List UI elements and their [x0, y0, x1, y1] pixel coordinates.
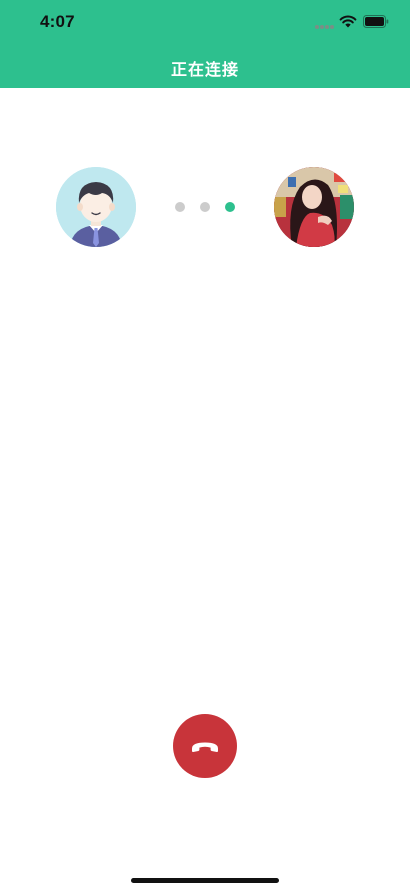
cartoon-man-avatar-icon: [56, 167, 136, 247]
remote-user-photo-icon: [274, 167, 354, 247]
call-screen: 4:07 正在连接: [0, 0, 410, 892]
remote-user-avatar: [274, 167, 354, 247]
signal-dots-icon: [315, 25, 335, 29]
local-user-avatar: [56, 167, 136, 247]
connecting-dot: [200, 202, 210, 212]
battery-icon: [363, 15, 389, 28]
hangup-button[interactable]: [173, 714, 237, 778]
wifi-icon: [339, 15, 357, 28]
phone-hangup-icon: [192, 742, 218, 753]
header-bar: 4:07 正在连接: [0, 0, 410, 88]
home-indicator[interactable]: [131, 878, 279, 883]
connecting-dot-active: [225, 202, 235, 212]
status-time: 4:07: [40, 12, 75, 31]
connecting-dot: [175, 202, 185, 212]
connecting-indicator: [170, 202, 240, 214]
page-title: 正在连接: [170, 62, 239, 79]
